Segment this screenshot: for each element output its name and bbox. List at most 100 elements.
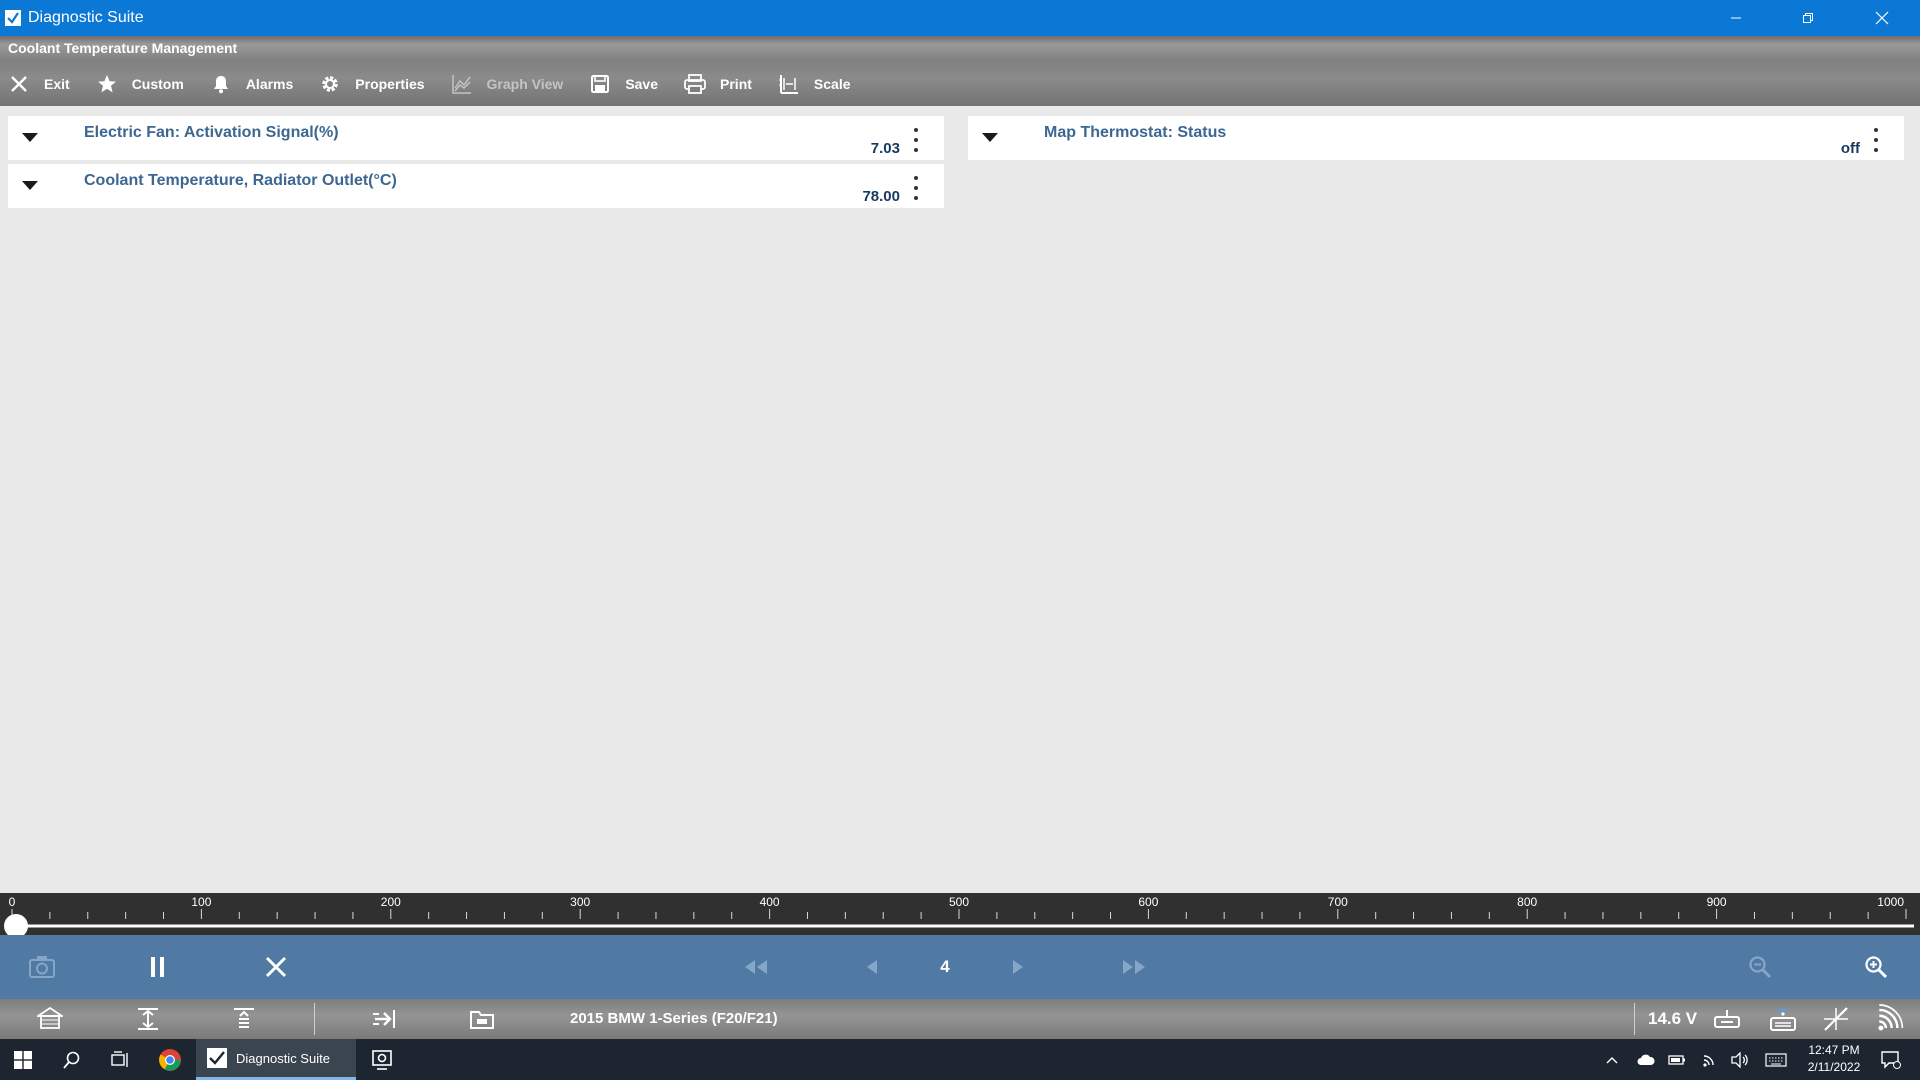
close-window-button[interactable] bbox=[1846, 0, 1918, 36]
export-button[interactable] bbox=[370, 1005, 398, 1033]
zoom-out-icon bbox=[1749, 956, 1772, 979]
search-button[interactable] bbox=[50, 1039, 94, 1080]
ruler-label: 100 bbox=[191, 895, 211, 909]
ruler-label: 300 bbox=[570, 895, 590, 909]
home-button[interactable] bbox=[36, 1005, 64, 1033]
folder-icon bbox=[470, 1011, 494, 1029]
network-tray[interactable] bbox=[1698, 1039, 1722, 1080]
expand-all-button[interactable] bbox=[134, 1005, 162, 1033]
ruler-label: 0 bbox=[9, 895, 16, 909]
zoom-in-icon bbox=[1865, 956, 1888, 979]
alarms-label: Alarms bbox=[245, 76, 294, 92]
more-options-icon[interactable] bbox=[912, 128, 920, 152]
show-hidden-icons-button[interactable] bbox=[1600, 1039, 1624, 1080]
chrome-taskbar-button[interactable] bbox=[148, 1039, 192, 1080]
step-back-button[interactable] bbox=[856, 951, 888, 983]
exit-button[interactable]: Exit bbox=[0, 64, 88, 104]
fast-forward-icon bbox=[1123, 960, 1145, 974]
onedrive-tray[interactable] bbox=[1634, 1039, 1658, 1080]
floppy-icon bbox=[589, 73, 611, 95]
diagnostic-suite-taskbar-button[interactable]: Diagnostic Suite bbox=[196, 1039, 356, 1080]
custom-label: Custom bbox=[131, 76, 184, 92]
task-view-button[interactable] bbox=[98, 1039, 142, 1080]
notifications-button[interactable] bbox=[1876, 1039, 1906, 1080]
support-tool-taskbar-button[interactable] bbox=[360, 1039, 404, 1080]
scale-icon bbox=[778, 73, 800, 95]
pid-name: Coolant Temperature, Radiator Outlet(°C) bbox=[84, 172, 397, 189]
pid-value: off bbox=[1840, 140, 1860, 157]
expand-caret-icon[interactable] bbox=[21, 130, 39, 144]
scope-slash-icon bbox=[1824, 1007, 1848, 1031]
battery-voltage: 14.6 V bbox=[1648, 1009, 1698, 1028]
step-forward-button[interactable] bbox=[1002, 951, 1034, 983]
keyboard-icon bbox=[1765, 1052, 1787, 1067]
print-button[interactable]: Print bbox=[676, 64, 770, 104]
taskbar-app-label: Diagnostic Suite bbox=[236, 1050, 330, 1066]
timeline-ruler[interactable]: 0 100 200 300 400 500 600 700 800 900 1000 bbox=[0, 893, 1920, 938]
folder-button[interactable] bbox=[468, 1005, 496, 1033]
custom-button[interactable]: Custom bbox=[88, 64, 202, 104]
home-icon bbox=[37, 1007, 63, 1029]
list-collapse-icon bbox=[234, 1008, 254, 1028]
keyboard-tray[interactable] bbox=[1762, 1039, 1790, 1080]
zoom-in-button[interactable] bbox=[1860, 951, 1892, 983]
search-icon bbox=[63, 1051, 80, 1069]
pid-value: 7.03 bbox=[870, 140, 900, 157]
scale-button[interactable]: Scale bbox=[770, 64, 869, 104]
app-icon bbox=[5, 10, 21, 26]
battery-tray[interactable] bbox=[1665, 1039, 1689, 1080]
pid-row-thermostat-status[interactable]: Map Thermostat: Status off bbox=[968, 116, 1904, 160]
expand-icon bbox=[138, 1008, 158, 1030]
scope-button[interactable] bbox=[1822, 1005, 1850, 1033]
bell-icon bbox=[210, 73, 232, 95]
volume-tray[interactable] bbox=[1728, 1039, 1752, 1080]
speaker-icon bbox=[1731, 1051, 1748, 1068]
vehicle-label: 2015 BMW 1-Series (F20/F21) bbox=[570, 1010, 778, 1027]
more-options-icon[interactable] bbox=[1872, 128, 1880, 152]
rewind-fast-button[interactable] bbox=[740, 951, 772, 983]
pause-icon bbox=[151, 957, 164, 977]
camera-icon bbox=[29, 956, 55, 978]
frame-number: 4 bbox=[940, 957, 950, 976]
gear-icon bbox=[319, 73, 341, 95]
pause-button[interactable] bbox=[142, 951, 174, 983]
graph-view-label: Graph View bbox=[486, 76, 564, 92]
module-title: Coolant Temperature Management bbox=[8, 40, 238, 56]
vci-connection-button[interactable] bbox=[1713, 1005, 1741, 1033]
zoom-out-button[interactable] bbox=[1744, 951, 1776, 983]
alarms-button[interactable]: Alarms bbox=[202, 64, 311, 104]
vci-device-icon bbox=[1714, 1010, 1740, 1028]
start-button[interactable] bbox=[0, 1039, 46, 1080]
clear-button[interactable] bbox=[260, 951, 292, 983]
forward-fast-button[interactable] bbox=[1118, 951, 1150, 983]
chevron-up-icon bbox=[1606, 1056, 1618, 1063]
snapshot-button[interactable] bbox=[26, 951, 58, 983]
save-label: Save bbox=[625, 76, 659, 92]
collapse-list-button[interactable] bbox=[230, 1005, 258, 1033]
properties-button[interactable]: Properties bbox=[311, 64, 442, 104]
wifi-status-button[interactable] bbox=[1876, 1004, 1904, 1033]
system-clock[interactable]: 12:47 PM 2/11/2022 bbox=[1800, 1042, 1868, 1076]
pid-name: Map Thermostat: Status bbox=[1044, 124, 1227, 141]
ruler-label: 400 bbox=[760, 895, 780, 909]
save-button[interactable]: Save bbox=[581, 64, 676, 104]
wifi-signal-icon bbox=[1878, 1004, 1904, 1031]
pid-row-radiator-outlet[interactable]: Coolant Temperature, Radiator Outlet(°C)… bbox=[8, 164, 944, 208]
printer-icon bbox=[684, 73, 706, 95]
restore-button[interactable] bbox=[1772, 0, 1844, 36]
graph-view-button[interactable]: Graph View bbox=[443, 64, 582, 104]
expand-caret-icon[interactable] bbox=[21, 178, 39, 192]
expand-caret-icon[interactable] bbox=[981, 130, 999, 144]
clock-date: 2/11/2022 bbox=[1807, 1060, 1861, 1074]
wireless-vci-button[interactable] bbox=[1769, 1005, 1797, 1033]
minimize-button[interactable] bbox=[1700, 0, 1772, 36]
more-options-icon[interactable] bbox=[912, 176, 920, 200]
pid-value: 78.00 bbox=[862, 188, 900, 205]
star-icon bbox=[96, 73, 118, 95]
ruler-label: 700 bbox=[1328, 895, 1348, 909]
close-icon bbox=[8, 73, 30, 95]
app-icon bbox=[207, 1048, 227, 1068]
window-title: Diagnostic Suite bbox=[28, 9, 144, 26]
properties-label: Properties bbox=[355, 76, 425, 92]
pid-row-fan-activation[interactable]: Electric Fan: Activation Signal(%) 7.03 bbox=[8, 116, 944, 160]
